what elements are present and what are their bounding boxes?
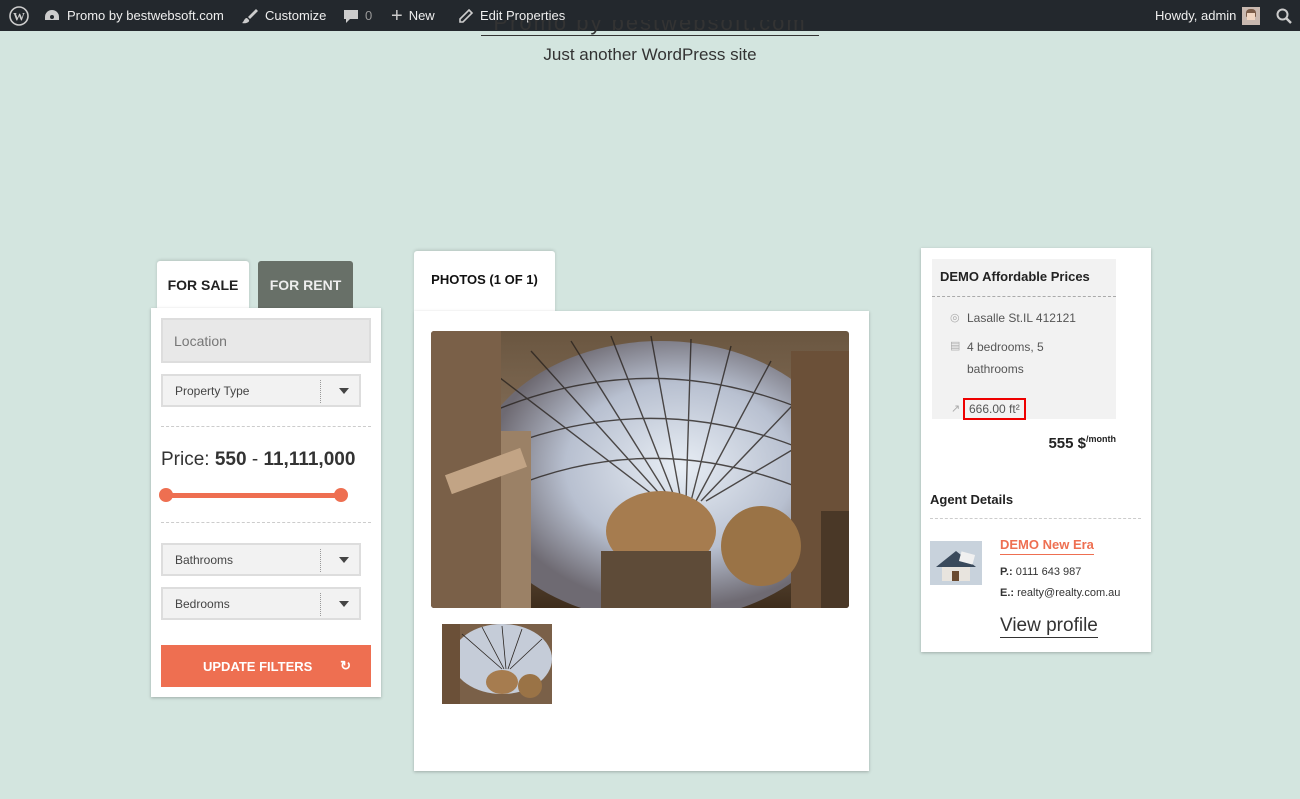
property-title: DEMO Affordable Prices: [940, 269, 1090, 284]
divider: [161, 522, 371, 523]
chevron-down-icon: [339, 601, 349, 607]
price-separator: -: [251, 449, 259, 470]
property-type-select[interactable]: Property Type: [161, 374, 361, 407]
tab-photos[interactable]: PHOTOS (1 OF 1): [414, 251, 555, 313]
search-filter-panel: Location Property Type Price: 550 - 11,1…: [151, 308, 381, 697]
property-summary-box: DEMO Affordable Prices ◎ Lasalle St.IL 4…: [932, 259, 1116, 420]
bathrooms-select[interactable]: Bathrooms: [161, 543, 361, 576]
refresh-icon: ↻: [340, 658, 351, 673]
price-min: 550: [214, 449, 247, 470]
customize-label: Customize: [265, 8, 327, 23]
tab-for-sale[interactable]: FOR SALE: [157, 261, 249, 309]
update-filters-label: UPDATE FILTERS: [203, 658, 313, 674]
property-details-panel: DEMO Affordable Prices ◎ Lasalle St.IL 4…: [921, 248, 1151, 652]
price-slider-track[interactable]: [166, 493, 341, 498]
location-input[interactable]: Location: [161, 318, 371, 363]
update-filters-button[interactable]: UPDATE FILTERS ↻: [161, 645, 371, 687]
bedrooms-label: Bedrooms: [175, 596, 230, 611]
new-label: New: [408, 8, 435, 23]
pencil-icon: [459, 8, 474, 23]
select-divider: [320, 549, 321, 572]
property-rooms: 4 bedrooms, 5 bathrooms: [967, 340, 1044, 376]
property-address: Lasalle St.IL 412121: [967, 311, 1076, 325]
property-type-label: Property Type: [175, 383, 250, 398]
comments-count: 0: [365, 8, 373, 23]
property-price: 555 $/month: [1048, 434, 1116, 452]
property-area: 666.00 ft²: [963, 398, 1026, 420]
photos-panel: [414, 311, 869, 771]
resize-icon: ↗: [951, 403, 961, 415]
main-property-photo[interactable]: [431, 331, 849, 608]
price-slider-max-handle[interactable]: [334, 488, 348, 502]
bed-icon: ▤: [950, 340, 961, 352]
select-divider: [320, 593, 321, 616]
customize-link[interactable]: Customize: [241, 0, 326, 31]
agent-details-heading: Agent Details: [930, 492, 1014, 507]
agent-phone: P.: 0111 643 987: [1000, 566, 1082, 578]
comments-link[interactable]: 0: [343, 0, 372, 31]
tab-for-rent[interactable]: FOR RENT: [258, 261, 353, 309]
agent-photo[interactable]: [930, 541, 982, 585]
price-range-label: Price: 550 - 11,111,000: [161, 449, 356, 470]
site-title[interactable]: Promo by bestwebsoft.com: [481, 20, 819, 36]
my-account-link[interactable]: Howdy, admin: [1155, 0, 1261, 31]
comment-icon: [344, 9, 358, 23]
select-divider: [320, 380, 321, 403]
site-description: Just another WordPress site: [543, 45, 757, 64]
dashboard-icon: [45, 9, 59, 20]
divider: [932, 296, 1116, 297]
chevron-down-icon: [339, 557, 349, 563]
plus-icon: +: [391, 4, 403, 27]
price-slider-min-handle[interactable]: [159, 488, 173, 502]
agent-name-link[interactable]: DEMO New Era: [1000, 536, 1094, 555]
bathrooms-label: Bathrooms: [175, 552, 234, 567]
avatar: [1242, 6, 1261, 25]
svg-text:W: W: [13, 9, 25, 23]
divider: [161, 426, 371, 427]
divider: [930, 518, 1141, 519]
paintbrush-icon: [242, 8, 258, 23]
globe-icon: ◎: [950, 312, 960, 324]
bedrooms-select[interactable]: Bedrooms: [161, 587, 361, 620]
new-content-link[interactable]: + New: [391, 0, 435, 31]
view-profile-link[interactable]: View profile: [1000, 615, 1098, 638]
search-icon[interactable]: [1276, 0, 1292, 31]
agent-email: E.: realty@realty.com.au: [1000, 587, 1121, 599]
price-unit: /month: [1086, 434, 1116, 444]
howdy-label: Howdy, admin: [1155, 8, 1237, 23]
price-max: 11,111,000: [263, 449, 356, 470]
wordpress-icon[interactable]: W: [9, 0, 29, 31]
chevron-down-icon: [339, 388, 349, 394]
photo-thumbnail[interactable]: [442, 624, 552, 704]
site-name-link[interactable]: Promo by bestwebsoft.com: [43, 0, 224, 31]
site-name-label: Promo by bestwebsoft.com: [67, 8, 224, 23]
